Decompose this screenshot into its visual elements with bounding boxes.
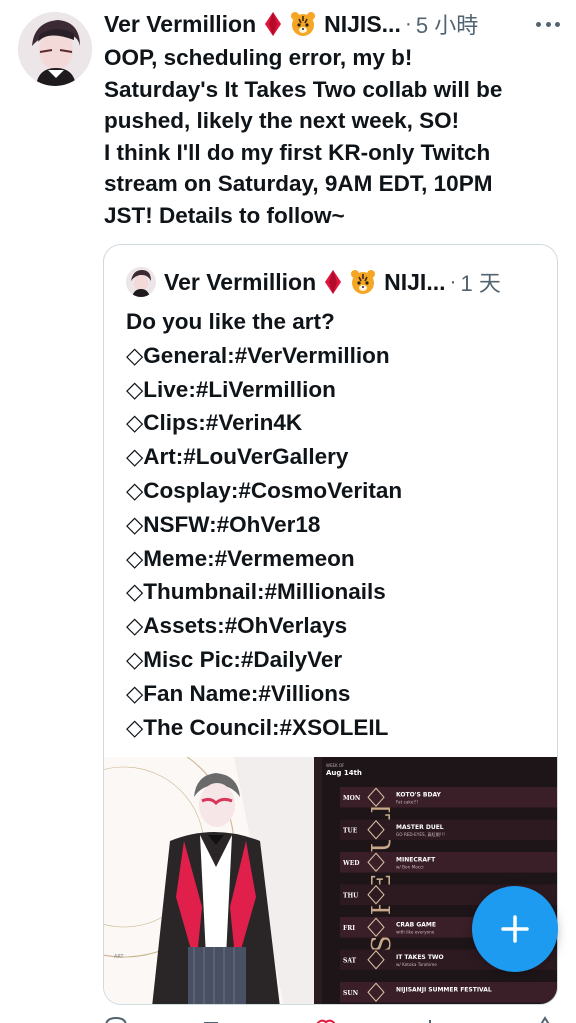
- day-label: WED: [342, 860, 360, 867]
- event-subtitle: w/ Kotoka Torahime: [396, 962, 437, 967]
- schedule-art: ART WEEK OF Aug 14th SCHEDULE MON KOTO'S …: [104, 757, 557, 1004]
- week-label: WEEK OF: [326, 763, 345, 768]
- author-handle-truncated: NIJIS...: [324, 10, 401, 37]
- schedule-image[interactable]: ART WEEK OF Aug 14th SCHEDULE MON KOTO'S …: [104, 757, 557, 1004]
- tweet-line: Saturday's It Takes Two collab will be: [104, 76, 503, 102]
- quote-line: ◇NSFW:#OhVer18: [126, 511, 321, 537]
- day-label: FRI: [343, 925, 355, 932]
- tweet-line: stream on Saturday, 9AM EDT, 10PM: [104, 171, 493, 196]
- tweet-line: OOP, scheduling error, my b!: [104, 45, 413, 70]
- tiger-icon: [351, 270, 376, 294]
- quote-line: ◇Assets:#OhVerlays: [126, 613, 348, 639]
- event-subtitle: Fat cake!!!: [396, 799, 419, 804]
- schedule-row: TUE MASTER DUELGO RED-EYES, 真紅眼!!!: [340, 819, 557, 840]
- tweet[interactable]: Ver Vermillion NIJIS... · 5 小時 OOP, sche…: [0, 0, 576, 1023]
- schedule-row: WED MINECRAFTw/ Bon Mocci: [340, 852, 557, 873]
- quote-line: ◇Art:#LouVerGallery: [126, 444, 349, 470]
- quote-avatar: [126, 267, 156, 297]
- event-subtitle: GO RED-EYES, 真紅眼!!!: [396, 831, 445, 838]
- svg-text:ART: ART: [114, 954, 125, 960]
- quote-line: ◇Cosplay:#CosmoVeritan: [126, 477, 403, 503]
- tiger-icon: [291, 12, 316, 36]
- schedule-row: SUN NIJISANJI SUMMER FESTIVAL: [340, 982, 557, 1003]
- event-title: MINECRAFT: [396, 856, 436, 863]
- ruby-diamond-icon: [265, 12, 282, 36]
- quote-line: ◇General:#VerVermillion: [126, 342, 390, 368]
- tweet-line: pushed, likely the next week, SO!: [104, 108, 460, 133]
- tweet-line: I think I'll do my first KR-only Twitch: [104, 139, 491, 165]
- separator: ·: [449, 270, 457, 293]
- action-bar-partial: [105, 1016, 550, 1023]
- day-label: MON: [343, 795, 361, 802]
- quote-line: ◇Meme:#Vermemeon: [126, 545, 355, 571]
- schedule-row: MON KOTO'S BDAYFat cake!!!: [340, 787, 557, 808]
- tweet-header: Ver Vermillion NIJIS... · 5 小時: [104, 8, 562, 40]
- quote-line: ◇Thumbnail:#Millionails: [126, 579, 386, 605]
- compose-button[interactable]: [472, 886, 558, 972]
- ruby-diamond-icon: [325, 270, 342, 294]
- event-title: NIJISANJI SUMMER FESTIVAL: [396, 986, 492, 993]
- quote-line: ◇Fan Name:#Villions: [126, 680, 351, 706]
- quote-line: Do you like the art?: [126, 309, 335, 334]
- author-name[interactable]: Ver Vermillion: [104, 11, 256, 38]
- quote-text: Do you like the art? ◇General:#VerVermil…: [126, 305, 402, 744]
- event-title: IT TAKES TWO: [396, 954, 444, 961]
- day-label: TUE: [343, 827, 358, 834]
- event-subtitle: w/ Bon Mocci: [396, 864, 424, 869]
- quote-line: ◇The Council:#XSOLEIL: [126, 714, 389, 740]
- quote-header: Ver Vermillion NIJI... · 1 天: [126, 265, 537, 299]
- quote-handle-truncated: NIJI...: [384, 268, 446, 295]
- more-icon[interactable]: [534, 14, 562, 34]
- day-label: SAT: [343, 957, 357, 964]
- quote-author-name: Ver Vermillion: [164, 268, 317, 295]
- quote-line: ◇Live:#LiVermillion: [126, 376, 336, 402]
- week-date: Aug 14th: [326, 769, 362, 777]
- quoted-tweet[interactable]: Ver Vermillion NIJI... · 1 天 Do you like…: [103, 244, 558, 1005]
- quote-line: ◇Clips:#Verin4K: [126, 410, 303, 436]
- tweet-text: OOP, scheduling error, my b! Saturday's …: [104, 42, 564, 231]
- day-label: THU: [343, 892, 359, 899]
- day-label: SUN: [343, 990, 359, 997]
- tweet-line: JST! Details to follow~: [104, 202, 345, 228]
- compose-plus-icon: [501, 915, 529, 943]
- quote-line: ◇Misc Pic:#DailyVer: [126, 646, 343, 672]
- event-subtitle: with like everyone: [396, 929, 435, 934]
- timestamp[interactable]: 5 小時: [416, 8, 478, 40]
- event-title: MASTER DUEL: [396, 824, 444, 831]
- separator: ·: [404, 12, 412, 35]
- event-title: KOTO'S BDAY: [396, 791, 442, 798]
- event-title: CRAB GAME: [396, 921, 436, 928]
- quote-timestamp: 1 天: [460, 271, 501, 296]
- avatar[interactable]: [18, 12, 92, 86]
